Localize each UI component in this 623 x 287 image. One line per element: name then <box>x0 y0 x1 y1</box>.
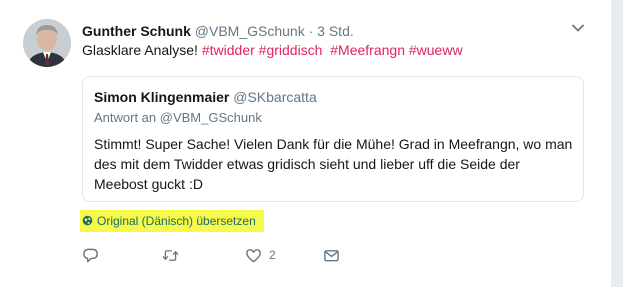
action-bar: 2 <box>82 245 382 267</box>
reply-context: Antwort an @VBM_GSchunk <box>94 110 262 125</box>
translate-link[interactable]: Original (Dänisch) übersetzen <box>80 210 264 232</box>
tweet-body: Glasklare Analyse! <box>82 42 198 58</box>
chevron-down-icon[interactable] <box>570 20 586 36</box>
globe-icon <box>82 215 93 226</box>
quoted-author-handle[interactable]: @SKbarcatta <box>233 89 316 105</box>
timestamp[interactable]: 3 Std. <box>317 23 354 39</box>
quoted-header: Simon Klingenmaier @SKbarcatta <box>94 88 317 106</box>
message-icon <box>324 249 339 261</box>
hashtag-link[interactable]: #twidder <box>202 42 255 58</box>
author-handle[interactable]: @VBM_GSchunk <box>195 23 305 39</box>
like-count: 2 <box>269 248 276 262</box>
reply-icon <box>83 248 98 262</box>
tweet-text: Glasklare Analyse! #twidder #griddisch #… <box>82 41 463 59</box>
translate-label: Original (Dänisch) übersetzen <box>97 214 256 228</box>
quoted-author-name[interactable]: Simon Klingenmaier <box>94 89 229 105</box>
author-name[interactable]: Gunther Schunk <box>82 23 191 39</box>
tweet-card: Gunther Schunk @VBM_GSchunk · 3 Std. Gla… <box>0 0 612 287</box>
hashtag-link[interactable]: #Meefrangn <box>330 42 405 58</box>
quoted-text: Stimmt! Super Sache! Vielen Dank für die… <box>94 136 573 192</box>
like-icon <box>246 248 261 262</box>
retweet-button[interactable] <box>162 245 186 265</box>
separator: · <box>308 23 314 39</box>
reply-button[interactable] <box>82 245 106 265</box>
avatar-photo <box>23 19 71 67</box>
like-button[interactable]: 2 <box>245 245 276 265</box>
direct-message-button[interactable] <box>323 245 340 265</box>
retweet-icon <box>162 249 179 261</box>
hashtag-link[interactable]: #wueww <box>409 42 463 58</box>
tweet-header: Gunther Schunk @VBM_GSchunk · 3 Std. <box>82 22 354 40</box>
hashtag-link[interactable]: #griddisch <box>259 42 323 58</box>
avatar[interactable] <box>23 19 71 67</box>
quoted-tweet[interactable]: Simon Klingenmaier @SKbarcatta Antwort a… <box>82 76 584 202</box>
